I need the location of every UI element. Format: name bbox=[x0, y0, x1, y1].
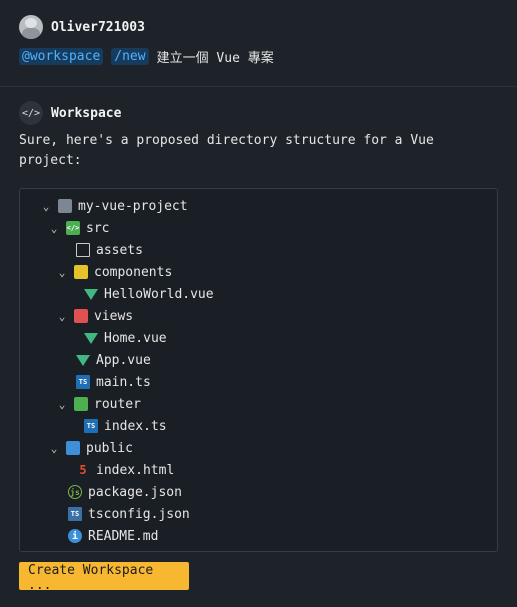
avatar bbox=[19, 15, 43, 39]
code-icon: </> bbox=[19, 101, 43, 125]
html-icon: 5 bbox=[79, 463, 87, 477]
src-folder-icon: </> bbox=[66, 221, 80, 235]
tree-item[interactable]: TS main.ts bbox=[76, 371, 151, 393]
json-icon: js bbox=[68, 485, 82, 499]
tree-item-label: App.vue bbox=[96, 352, 151, 368]
vue-icon bbox=[76, 354, 90, 366]
tree-item-label: src bbox=[86, 220, 110, 236]
tree-item[interactable]: assets bbox=[76, 239, 143, 261]
tree-item[interactable]: i README.md bbox=[68, 525, 158, 547]
tree-item-label: Home.vue bbox=[104, 330, 167, 346]
tree-item[interactable]: ⌄ my-vue-project bbox=[40, 195, 188, 217]
chevron-down-icon[interactable]: ⌄ bbox=[56, 266, 68, 279]
tree-item-label: tsconfig.json bbox=[88, 506, 190, 522]
public-folder-icon bbox=[66, 441, 80, 455]
tree-item-label: assets bbox=[96, 242, 143, 258]
new-command-chip[interactable]: /new bbox=[111, 48, 149, 65]
chat-panel: Oliver721003 @workspace /new 建立一個 Vue 專案… bbox=[0, 0, 517, 607]
tree-item[interactable]: ⌄ views bbox=[56, 305, 133, 327]
username: Oliver721003 bbox=[51, 19, 145, 35]
tree-item[interactable]: TS tsconfig.json bbox=[68, 503, 190, 525]
tree-item-label: public bbox=[86, 440, 133, 456]
tree-item-label: my-vue-project bbox=[78, 198, 188, 214]
vue-icon bbox=[84, 332, 98, 344]
typescript-icon: TS bbox=[76, 375, 90, 389]
tree-item-label: main.ts bbox=[96, 374, 151, 390]
tree-item[interactable]: ⌄ router bbox=[56, 393, 141, 415]
router-folder-icon bbox=[74, 397, 88, 411]
info-icon: i bbox=[68, 529, 82, 543]
chevron-down-icon[interactable]: ⌄ bbox=[48, 442, 60, 455]
tree-item-label: index.html bbox=[96, 462, 175, 478]
create-workspace-button[interactable]: Create Workspace ... bbox=[19, 562, 189, 593]
tree-item[interactable]: 5 index.html bbox=[76, 459, 174, 481]
assistant-reply: Sure, here's a proposed directory struct… bbox=[19, 133, 434, 168]
views-folder-icon bbox=[74, 309, 88, 323]
tree-item[interactable]: Home.vue bbox=[84, 327, 167, 349]
tree-item-label: package.json bbox=[88, 484, 182, 500]
file-icon bbox=[76, 243, 90, 257]
tree-item[interactable]: ⌄ </> src bbox=[48, 217, 110, 239]
file-tree: ⌄ my-vue-project ⌄ </> src assets ⌄ comp… bbox=[19, 188, 498, 552]
tree-item-label: views bbox=[94, 308, 134, 324]
chevron-down-icon[interactable]: ⌄ bbox=[48, 222, 60, 235]
tree-item[interactable]: ⌄ public bbox=[48, 437, 133, 459]
tree-item[interactable]: App.vue bbox=[76, 349, 151, 371]
vue-icon bbox=[84, 288, 98, 300]
tree-item[interactable]: js package.json bbox=[68, 481, 182, 503]
user-prompt: @workspace /new 建立一個 Vue 專案 bbox=[19, 47, 274, 66]
folder-icon bbox=[58, 199, 72, 213]
tree-item-label: README.md bbox=[88, 528, 159, 544]
chevron-down-icon[interactable]: ⌄ bbox=[56, 398, 68, 411]
chevron-down-icon[interactable]: ⌄ bbox=[40, 200, 52, 213]
tree-item-label: router bbox=[94, 396, 141, 412]
tree-item[interactable]: TS index.ts bbox=[84, 415, 167, 437]
workspace-chip[interactable]: @workspace bbox=[19, 48, 104, 65]
tree-item-label: index.ts bbox=[104, 418, 167, 434]
typescript-icon: TS bbox=[84, 419, 98, 433]
chevron-down-icon[interactable]: ⌄ bbox=[56, 310, 68, 323]
divider bbox=[0, 86, 517, 87]
prompt-text: 建立一個 Vue 專案 bbox=[156, 51, 274, 66]
assistant-header: </> Workspace bbox=[19, 101, 121, 125]
components-folder-icon bbox=[74, 265, 88, 279]
tree-item-label: components bbox=[94, 264, 173, 280]
user-header: Oliver721003 bbox=[19, 15, 145, 39]
tree-item[interactable]: HelloWorld.vue bbox=[84, 283, 214, 305]
tree-item-label: HelloWorld.vue bbox=[104, 286, 214, 302]
tree-item[interactable]: ⌄ components bbox=[56, 261, 173, 283]
assistant-name: Workspace bbox=[51, 105, 122, 121]
tsconfig-icon: TS bbox=[68, 507, 82, 521]
